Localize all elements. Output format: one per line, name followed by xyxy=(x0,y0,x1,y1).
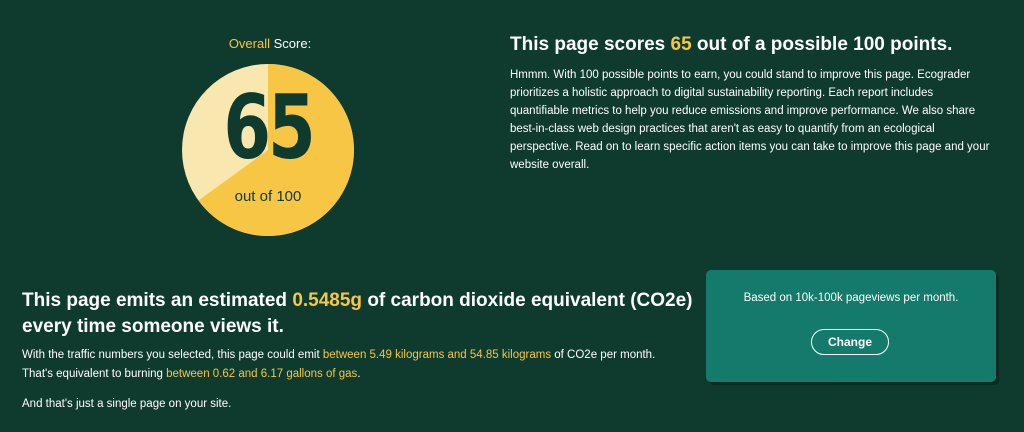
emissions-desc-3: That's equivalent to burning xyxy=(22,368,167,380)
score-value: 65 xyxy=(223,76,315,179)
overall-label-highlight: Overall xyxy=(228,36,270,51)
emissions-desc-2: of CO2e per month. xyxy=(551,349,656,361)
score-label-rest: Score: xyxy=(270,36,312,51)
score-heading-value: 65 xyxy=(670,34,692,55)
score-out-of: out of 100 xyxy=(234,188,302,205)
emissions-heading: This page emits an estimated 0.5485g of … xyxy=(22,288,702,340)
emissions-range: between 5.49 kilograms and 54.85 kilogra… xyxy=(322,349,552,361)
score-heading-pre: This page scores xyxy=(510,34,671,55)
change-traffic-button[interactable]: Change xyxy=(811,329,889,355)
single-page-note: And that's just a single page on your si… xyxy=(22,398,232,410)
emissions-desc-1: With the traffic numbers you selected, t… xyxy=(22,349,323,361)
traffic-description: Based on 10k-100k pageviews per month. xyxy=(743,292,959,304)
overall-score-label: Overall Score: xyxy=(225,36,315,51)
emissions-heading-pre: This page emits an estimated xyxy=(22,290,293,311)
emissions-description: With the traffic numbers you selected, t… xyxy=(22,346,702,384)
gas-equivalent: between 0.62 and 6.17 gallons of gas xyxy=(166,368,358,380)
score-heading-post: out of a possible 100 points. xyxy=(691,34,953,55)
score-heading: This page scores 65 out of a possible 10… xyxy=(510,34,952,56)
score-gauge: 65 out of 100 xyxy=(182,64,354,236)
score-description: Hmmm. With 100 possible points to earn, … xyxy=(510,69,990,171)
emissions-desc-4: . xyxy=(357,368,361,380)
emissions-heading-value: 0.5485g xyxy=(292,290,363,311)
traffic-card: Based on 10k-100k pageviews per month. C… xyxy=(706,270,996,382)
